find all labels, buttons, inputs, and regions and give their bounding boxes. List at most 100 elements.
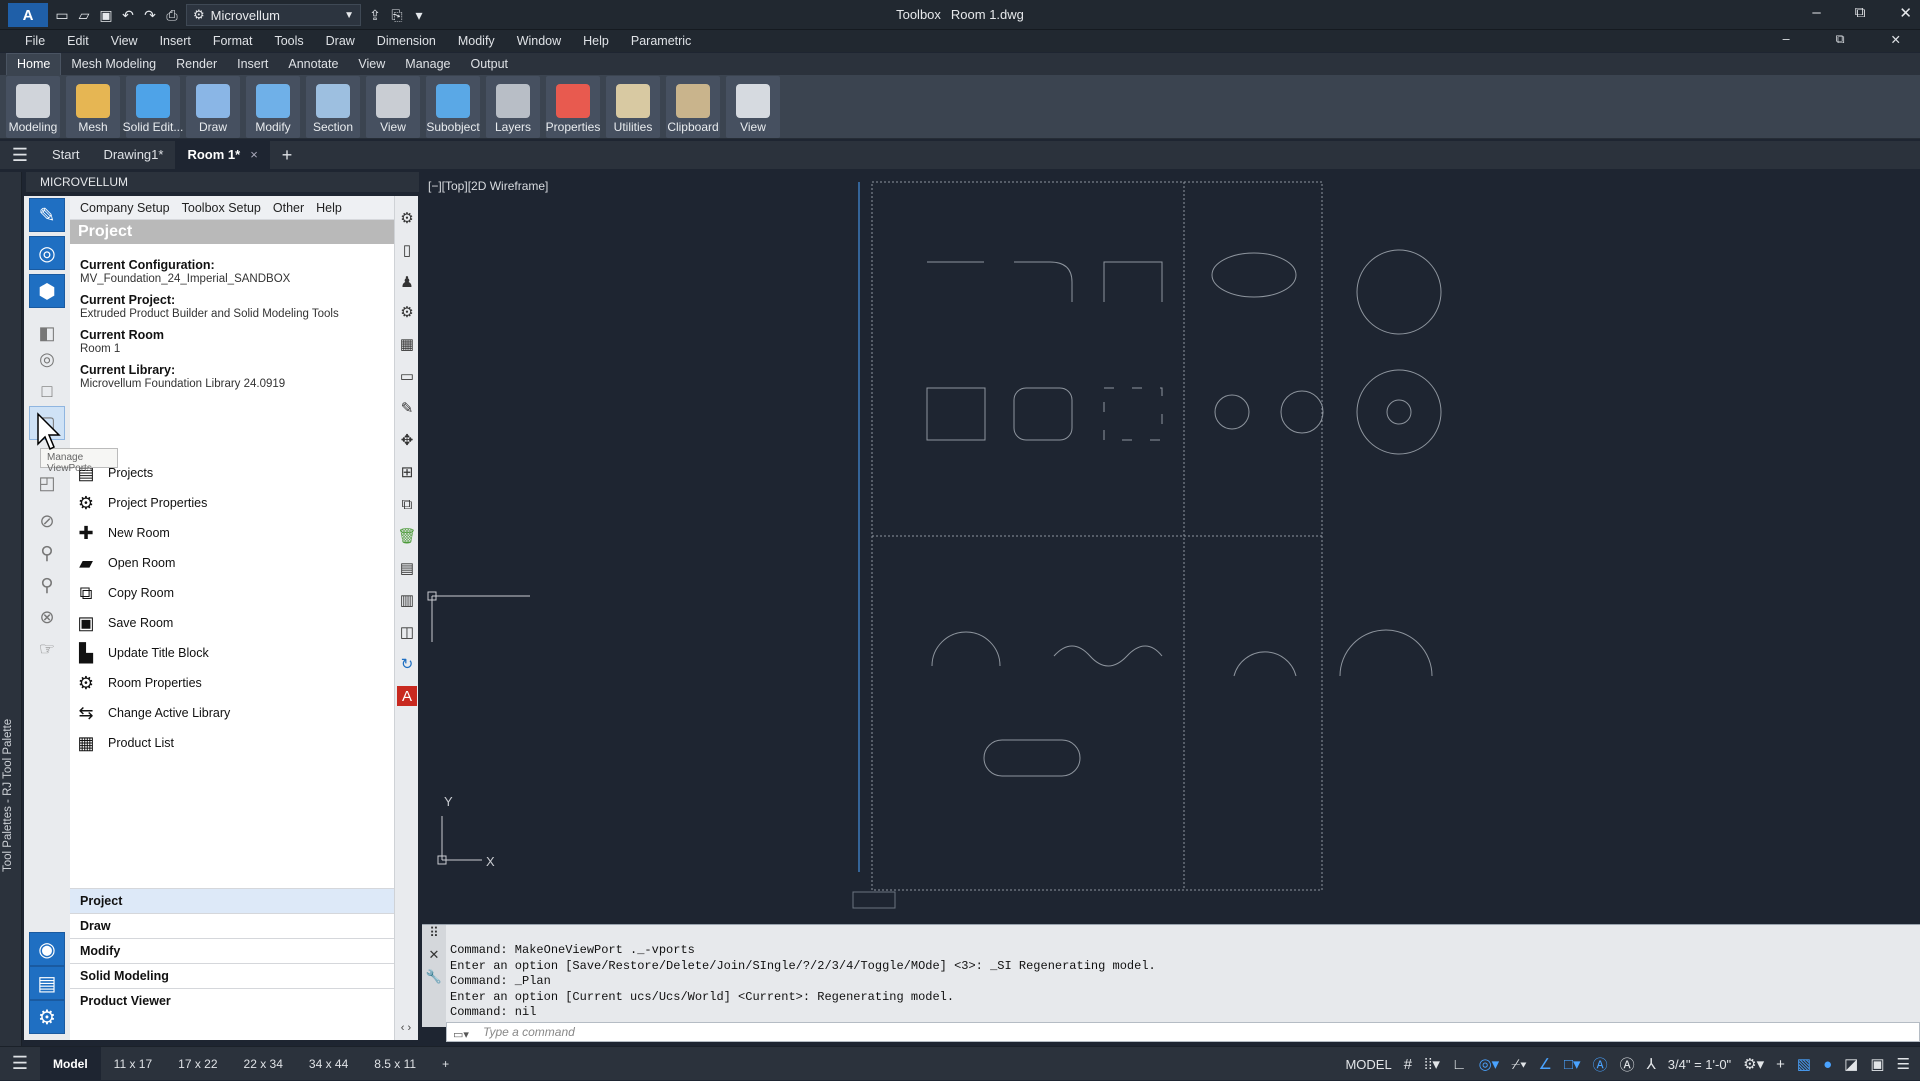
ribbon-tab-insert[interactable]: Insert <box>227 54 278 75</box>
layout-tab-5[interactable]: 8.5 x 11 <box>361 1047 429 1081</box>
pencil-icon[interactable]: ✎ <box>397 398 417 418</box>
settings-tool-button[interactable]: ⚙ <box>29 1000 65 1034</box>
zoom-extents-button[interactable]: ⊗ <box>29 600 65 634</box>
ribbon-button-view[interactable]: View <box>726 76 780 138</box>
layout-tab-0[interactable]: Model <box>40 1046 101 1081</box>
section-draw[interactable]: Draw <box>70 913 394 938</box>
gear-icon[interactable]: ⚙ <box>397 302 417 322</box>
spiral-tool-button[interactable]: ◎ <box>29 236 65 270</box>
grid-icon[interactable]: # <box>1404 1056 1412 1073</box>
section-project[interactable]: Project <box>70 888 394 913</box>
units-icon[interactable]: ▧ <box>1797 1055 1811 1073</box>
ribbon-button-view[interactable]: View <box>366 76 420 138</box>
menu-dimension[interactable]: Dimension <box>366 34 447 48</box>
ribbon-tab-output[interactable]: Output <box>460 54 518 75</box>
command-copy-room[interactable]: ⧉ Copy Room <box>70 578 394 608</box>
ribbon-button-subobject[interactable]: Subobject <box>426 76 480 138</box>
isolate-icon[interactable]: ● <box>1823 1056 1832 1073</box>
menu-file[interactable]: File <box>14 34 56 48</box>
camera-tool-button[interactable]: ◉ <box>29 932 65 966</box>
ribbon-tab-home[interactable]: Home <box>6 53 62 75</box>
panel-menu-toolbox-setup[interactable]: Toolbox Setup <box>176 201 267 215</box>
add-layout-button[interactable]: + <box>429 1047 462 1081</box>
command-input[interactable]: ▭▾ Type a command <box>446 1022 1920 1042</box>
menu-window[interactable]: Window <box>506 34 572 48</box>
menu-parametric[interactable]: Parametric <box>620 34 702 48</box>
ribbon-button-modify[interactable]: Modify <box>246 76 300 138</box>
menu-format[interactable]: Format <box>202 34 264 48</box>
user-icon[interactable]: ♟ <box>397 272 417 292</box>
panel-menu-other[interactable]: Other <box>267 201 310 215</box>
menu-help[interactable]: Help <box>572 34 620 48</box>
drawing-viewport[interactable]: Y X <box>422 172 1920 924</box>
annotation-visibility-icon[interactable]: Ⓐ <box>1593 1054 1608 1075</box>
close-tab-icon[interactable]: × <box>250 147 258 162</box>
layout-tab-2[interactable]: 17 x 22 <box>165 1047 230 1081</box>
zoom-tool-button[interactable]: ⚲ <box>29 536 65 570</box>
ribbon-button-section[interactable]: Section <box>306 76 360 138</box>
clean-screen-icon[interactable]: ▣ <box>1870 1055 1884 1073</box>
layout-tab-1[interactable]: 11 x 17 <box>101 1047 165 1081</box>
isodraft-icon[interactable]: ⌿▾ <box>1511 1056 1526 1073</box>
hardware-accel-icon[interactable]: ◪ <box>1844 1055 1858 1073</box>
export-tool-button[interactable]: ▤ <box>29 966 65 1000</box>
close-icon[interactable]: ✕ <box>422 947 446 963</box>
doc-close-button[interactable]: ✕ <box>1880 32 1912 47</box>
ribbon-tab-mesh-modeling[interactable]: Mesh Modeling <box>61 54 166 75</box>
annotation-scale[interactable]: 3/4" = 1'-0" <box>1668 1057 1731 1072</box>
menu-insert[interactable]: Insert <box>149 34 202 48</box>
solid-tool-button[interactable]: ⬢ <box>29 274 65 308</box>
menu-modify[interactable]: Modify <box>447 34 506 48</box>
polar-icon[interactable]: ◎▾ <box>1479 1055 1500 1073</box>
hand-tool-button[interactable]: ☞ <box>29 632 65 666</box>
command-product-list[interactable]: ▦ Product List <box>70 728 394 758</box>
doc-restore-button[interactable]: ⧉ <box>1825 32 1856 47</box>
orbit-tool-button[interactable]: ◎ <box>29 342 65 376</box>
annotation-monitor-icon[interactable]: + <box>1776 1056 1785 1073</box>
ribbon-button-solid-edit-[interactable]: Solid Edit... <box>123 76 183 138</box>
menu-edit[interactable]: Edit <box>56 34 100 48</box>
ribbon-tab-manage[interactable]: Manage <box>395 54 460 75</box>
viewport-controls-label[interactable]: [−][Top][2D Wireframe] <box>428 179 548 193</box>
model-space-toggle[interactable]: MODEL <box>1345 1057 1391 1072</box>
draw-tool-button[interactable]: ✎ <box>29 198 65 232</box>
settings-icon[interactable]: ⚙ <box>397 208 417 228</box>
panel-menu-help[interactable]: Help <box>310 201 348 215</box>
cabinet-icon[interactable]: ▥ <box>397 590 417 610</box>
grid-icon[interactable]: ⊞ <box>397 462 417 482</box>
snap-icon[interactable]: ⁞⁞▾ <box>1424 1055 1440 1073</box>
ortho-icon[interactable]: ∟ <box>1452 1056 1467 1073</box>
restore-button[interactable]: ⧉ <box>1855 4 1866 22</box>
trash-icon[interactable]: 🗑 <box>397 526 417 546</box>
command-change-active-library[interactable]: ⇆ Change Active Library <box>70 698 394 728</box>
auto-scale-icon[interactable]: Ⓐ <box>1620 1054 1635 1075</box>
workspace-gear-icon[interactable]: ⚙▾ <box>1743 1055 1764 1073</box>
ribbon-tab-view[interactable]: View <box>348 54 395 75</box>
annotation-scale-icon[interactable]: ⅄ <box>1647 1055 1656 1073</box>
command-open-room[interactable]: ▰ Open Room <box>70 548 394 578</box>
ribbon-button-utilities[interactable]: Utilities <box>606 76 660 138</box>
file-tabs-menu-icon[interactable]: ☰ <box>0 145 40 166</box>
section-product-viewer[interactable]: Product Viewer <box>70 988 394 1013</box>
wrench-icon[interactable]: 🔧 <box>422 969 446 985</box>
ribbon-button-clipboard[interactable]: Clipboard <box>666 76 720 138</box>
pan-tool-button[interactable]: ⊘ <box>29 504 65 538</box>
ribbon-button-mesh[interactable]: Mesh <box>66 76 120 138</box>
command-projects[interactable]: ▤Projects <box>70 458 394 488</box>
layout-tab-4[interactable]: 34 x 44 <box>296 1047 361 1081</box>
ribbon-button-modeling[interactable]: Modeling <box>6 76 60 138</box>
layers-icon[interactable]: ◫ <box>397 622 417 642</box>
doc-tab-2[interactable]: Room 1* × <box>175 141 270 169</box>
command-new-room[interactable]: ✚ New Room <box>70 518 394 548</box>
single-viewport-button[interactable]: □ <box>29 374 65 408</box>
section-modify[interactable]: Modify <box>70 938 394 963</box>
doc-tab-0[interactable]: Start <box>40 141 91 169</box>
panel-scroll-arrows[interactable]: ‹ › <box>394 1022 418 1040</box>
menu-view[interactable]: View <box>100 34 149 48</box>
command-update-title-block[interactable]: ▙ Update Title Block <box>70 638 394 668</box>
customize-icon[interactable]: ☰ <box>1897 1055 1910 1073</box>
panel-icon[interactable]: ▤ <box>397 558 417 578</box>
new-tab-button[interactable]: + <box>270 145 305 166</box>
layout-tab-3[interactable]: 22 x 34 <box>231 1047 296 1081</box>
page-icon[interactable]: ▭ <box>397 366 417 386</box>
